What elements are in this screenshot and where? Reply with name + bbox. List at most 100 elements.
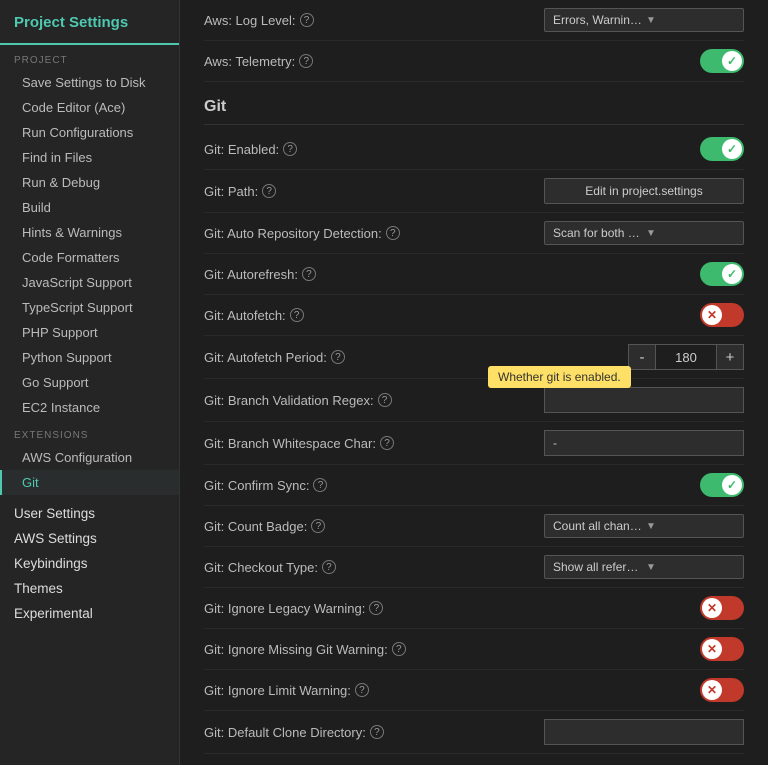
git-autorefresh-toggle[interactable]: ✓: [700, 262, 744, 286]
sidebar-item-code-formatters[interactable]: Code Formatters: [0, 245, 179, 270]
git-autofetch-tooltip-icon[interactable]: ?: [290, 308, 304, 322]
git-confirm-sync-control: ✓: [544, 473, 744, 497]
edit-in-project-settings-button[interactable]: Edit in project.settings: [544, 178, 744, 204]
git-count-badge-tooltip-icon[interactable]: ?: [311, 519, 325, 533]
git-branch-whitespace-char-input[interactable]: [544, 430, 744, 456]
git-enabled-toggle-thumb: ✓: [722, 139, 742, 159]
git-ignore-limit-warning-toggle-thumb: ✕: [702, 680, 722, 700]
sidebar-item-build[interactable]: Build: [0, 195, 179, 220]
git-ignore-missing-git-warning-row: Git: Ignore Missing Git Warning: ? ✕: [204, 629, 744, 670]
git-ignore-legacy-warning-tooltip-icon[interactable]: ?: [369, 601, 383, 615]
git-default-clone-directory-input[interactable]: [544, 719, 744, 745]
aws-telemetry-row: Aws: Telemetry: ? ✓: [204, 41, 744, 82]
sidebar-item-find-in-files[interactable]: Find in Files: [0, 145, 179, 170]
aws-telemetry-label: Aws: Telemetry: ?: [204, 54, 544, 69]
git-branch-validation-regex-tooltip-icon[interactable]: ?: [378, 393, 392, 407]
git-auto-repo-detection-row: Git: Auto Repository Detection: ? Scan f…: [204, 213, 744, 254]
dropdown-arrow-icon: ▼: [646, 562, 735, 573]
git-default-clone-directory-label: Git: Default Clone Directory: ?: [204, 725, 544, 740]
git-ignore-legacy-warning-row: Git: Ignore Legacy Warning: ? ✕: [204, 588, 744, 629]
git-path-control: Edit in project.settings: [544, 178, 744, 204]
git-confirm-sync-toggle-thumb: ✓: [722, 475, 742, 495]
git-checkout-type-tooltip-icon[interactable]: ?: [322, 560, 336, 574]
sidebar-item-go-support[interactable]: Go Support: [0, 370, 179, 395]
git-enabled-row: Git: Enabled: ? Whether git is enabled. …: [204, 129, 744, 170]
sidebar: Project Settings PROJECT Save Settings t…: [0, 0, 180, 765]
git-ignore-limit-warning-row: Git: Ignore Limit Warning: ? ✕: [204, 670, 744, 711]
aws-log-level-label: Aws: Log Level: ?: [204, 13, 544, 28]
git-enabled-toggle[interactable]: ✓: [700, 137, 744, 161]
git-path-tooltip-icon[interactable]: ?: [262, 184, 276, 198]
git-autofetch-toggle[interactable]: ✕: [700, 303, 744, 327]
git-section: Git Git: Enabled: ? Whether git is enabl…: [180, 82, 768, 754]
stepper-plus-button[interactable]: +: [716, 344, 744, 370]
aws-log-level-dropdown[interactable]: Errors, Warnings, and Info ▼: [544, 8, 744, 32]
git-default-clone-directory-control: [544, 719, 744, 745]
git-branch-whitespace-char-row: Git: Branch Whitespace Char: ?: [204, 422, 744, 465]
git-autofetch-label: Git: Autofetch: ?: [204, 308, 544, 323]
git-confirm-sync-row: Git: Confirm Sync: ? ✓: [204, 465, 744, 506]
git-ignore-limit-warning-toggle[interactable]: ✕: [700, 678, 744, 702]
sidebar-item-javascript-support[interactable]: JavaScript Support: [0, 270, 179, 295]
git-ignore-limit-warning-label: Git: Ignore Limit Warning: ?: [204, 683, 544, 698]
dropdown-arrow-icon: ▼: [646, 521, 735, 532]
aws-telemetry-toggle-thumb: ✓: [722, 51, 742, 71]
sidebar-item-php-support[interactable]: PHP Support: [0, 320, 179, 345]
sidebar-item-aws-configuration[interactable]: AWS Configuration: [0, 445, 179, 470]
git-checkout-type-dropdown[interactable]: Show all references. ▼: [544, 555, 744, 579]
sidebar-item-user-settings[interactable]: User Settings: [0, 501, 179, 526]
sidebar-item-ec2-instance[interactable]: EC2 Instance: [0, 395, 179, 420]
git-ignore-legacy-warning-toggle[interactable]: ✕: [700, 596, 744, 620]
sidebar-item-hints-warnings[interactable]: Hints & Warnings: [0, 220, 179, 245]
aws-telemetry-toggle[interactable]: ✓: [700, 49, 744, 73]
aws-log-level-row: Aws: Log Level: ? Errors, Warnings, and …: [204, 0, 744, 41]
main-content: Aws: Log Level: ? Errors, Warnings, and …: [180, 0, 768, 765]
sidebar-item-run-configurations[interactable]: Run Configurations: [0, 120, 179, 145]
aws-telemetry-control: ✓: [544, 49, 744, 73]
sidebar-item-git[interactable]: Git: [0, 470, 179, 495]
sidebar-item-run-debug[interactable]: Run & Debug: [0, 170, 179, 195]
git-confirm-sync-toggle[interactable]: ✓: [700, 473, 744, 497]
git-branch-validation-regex-label: Git: Branch Validation Regex: ?: [204, 393, 544, 408]
git-path-label: Git: Path: ?: [204, 184, 544, 199]
git-count-badge-row: Git: Count Badge: ? Count all changes. ▼: [204, 506, 744, 547]
git-branch-validation-regex-row: Git: Branch Validation Regex: ?: [204, 379, 744, 422]
git-count-badge-label: Git: Count Badge: ?: [204, 519, 544, 534]
git-ignore-missing-git-warning-control: ✕: [544, 637, 744, 661]
sidebar-item-save-settings[interactable]: Save Settings to Disk: [0, 70, 179, 95]
sidebar-item-experimental[interactable]: Experimental: [0, 601, 179, 626]
git-branch-whitespace-char-tooltip-icon[interactable]: ?: [380, 436, 394, 450]
git-ignore-limit-warning-tooltip-icon[interactable]: ?: [355, 683, 369, 697]
git-ignore-missing-git-warning-toggle[interactable]: ✕: [700, 637, 744, 661]
sidebar-item-typescript-support[interactable]: TypeScript Support: [0, 295, 179, 320]
git-count-badge-dropdown[interactable]: Count all changes. ▼: [544, 514, 744, 538]
git-checkout-type-label: Git: Checkout Type: ?: [204, 560, 544, 575]
git-autorefresh-tooltip-icon[interactable]: ?: [302, 267, 316, 281]
git-autofetch-period-stepper: - +: [628, 344, 744, 370]
git-enabled-tooltip-icon[interactable]: ?: [283, 142, 297, 156]
git-ignore-missing-git-warning-tooltip-icon[interactable]: ?: [392, 642, 406, 656]
stepper-minus-button[interactable]: -: [628, 344, 656, 370]
sidebar-item-python-support[interactable]: Python Support: [0, 345, 179, 370]
git-default-clone-directory-row: Git: Default Clone Directory: ?: [204, 711, 744, 754]
sidebar-item-aws-settings[interactable]: AWS Settings: [0, 526, 179, 551]
sidebar-item-code-editor[interactable]: Code Editor (Ace): [0, 95, 179, 120]
sidebar-item-themes[interactable]: Themes: [0, 576, 179, 601]
git-branch-validation-regex-control: [544, 387, 744, 413]
git-autofetch-period-tooltip-icon[interactable]: ?: [331, 350, 345, 364]
git-autorefresh-row: Git: Autorefresh: ? ✓: [204, 254, 744, 295]
git-default-clone-directory-tooltip-icon[interactable]: ?: [370, 725, 384, 739]
git-branch-whitespace-char-control: [544, 430, 744, 456]
aws-log-level-control: Errors, Warnings, and Info ▼: [544, 8, 744, 32]
git-auto-repo-detection-tooltip-icon[interactable]: ?: [386, 226, 400, 240]
stepper-input[interactable]: [656, 344, 716, 370]
aws-log-level-tooltip-icon[interactable]: ?: [300, 13, 314, 27]
sidebar-item-keybindings[interactable]: Keybindings: [0, 551, 179, 576]
git-autofetch-period-row: Git: Autofetch Period: ? - +: [204, 336, 744, 379]
git-auto-repo-detection-dropdown[interactable]: Scan for both subfolders of th ▼: [544, 221, 744, 245]
aws-telemetry-tooltip-icon[interactable]: ?: [299, 54, 313, 68]
git-confirm-sync-tooltip-icon[interactable]: ?: [313, 478, 327, 492]
dropdown-arrow-icon: ▼: [646, 228, 735, 239]
git-branch-validation-regex-input[interactable]: [544, 387, 744, 413]
git-confirm-sync-label: Git: Confirm Sync: ?: [204, 478, 544, 493]
